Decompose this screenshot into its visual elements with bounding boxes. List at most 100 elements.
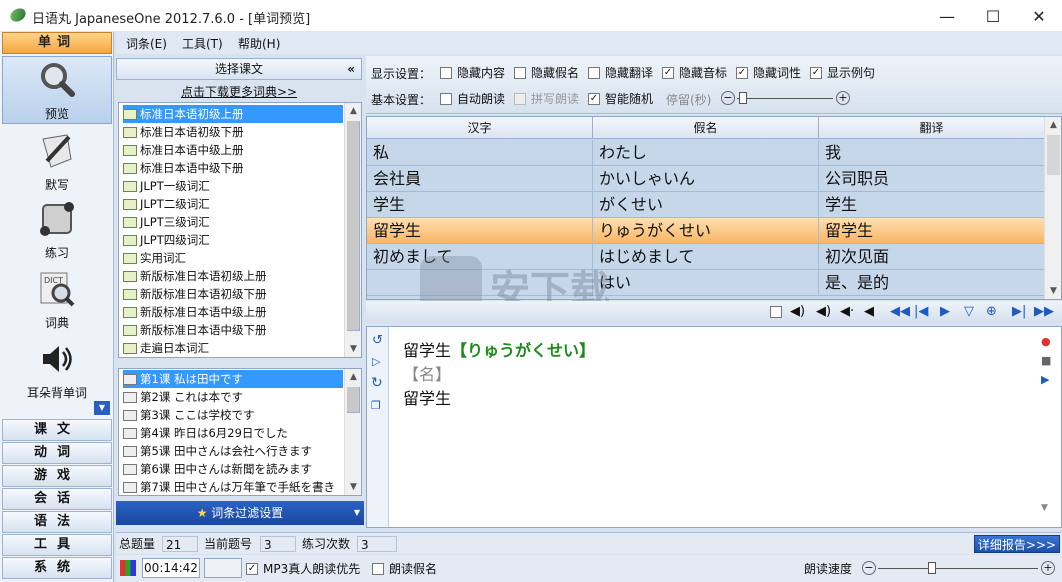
basic-setting-checkbox[interactable]: 拼写朗读 [514, 90, 579, 107]
plus-icon[interactable]: + [836, 91, 850, 105]
scroll-down-icon[interactable]: ▼ [345, 341, 362, 357]
nav-item-listen[interactable]: 耳朵背单词 [2, 336, 112, 404]
basic-setting-checkbox[interactable]: 自动朗读 [440, 90, 505, 107]
menu-entry[interactable]: 词条(E) [126, 35, 167, 52]
column-header-translation[interactable]: 翻译 [819, 117, 1045, 139]
scroll-up-icon[interactable]: ▲ [345, 103, 362, 119]
stop-icon[interactable]: ■ [1041, 354, 1051, 367]
mute-icon[interactable]: ◀ [864, 304, 874, 319]
play-icon[interactable]: ▶ [940, 304, 950, 319]
read-kana-checkbox[interactable]: 朗读假名 [372, 560, 437, 577]
timer-control[interactable] [204, 558, 242, 578]
display-setting-checkbox[interactable]: ✓ 显示例句 [810, 64, 875, 81]
scroll-thumb[interactable] [1047, 135, 1060, 175]
plus-icon[interactable]: + [1041, 561, 1055, 575]
table-row[interactable]: 留学生 りゅうがくせい 留学生 [367, 218, 1045, 244]
nav-more-dropdown[interactable]: ▼ [94, 401, 110, 415]
rewind-icon[interactable]: ◀◀ [890, 304, 910, 319]
minimize-button[interactable]: — [924, 0, 970, 32]
display-setting-checkbox[interactable]: ✓ 隐藏音标 [662, 64, 727, 81]
book-list-item[interactable]: 标准日本语中级下册 [123, 159, 343, 177]
nav-item-practice[interactable]: 练习 [2, 196, 112, 264]
collapse-icon[interactable]: « [347, 59, 355, 79]
maximize-button[interactable]: ☐ [970, 0, 1016, 32]
lesson-list[interactable]: 第1课 私は田中です 第2课 これは本です 第3课 ここは学校です 第4课 昨日は6月… [118, 368, 362, 496]
nav-item-dictionary[interactable]: DICT 词典 [2, 266, 112, 334]
nav-button-game[interactable]: 游戏 [2, 465, 112, 487]
scroll-up-icon[interactable]: ▲ [1045, 117, 1062, 133]
book-list-item[interactable]: 新版标准日本语中级下册 [123, 321, 343, 339]
book-list-item[interactable]: 走遍日本词汇 [123, 339, 343, 357]
book-list-item[interactable]: 新版标准日本语初级下册 [123, 285, 343, 303]
column-header-kanji[interactable]: 汉字 [367, 117, 593, 139]
table-row[interactable]: はい 是、是的 [367, 270, 1045, 296]
repeat-icon[interactable]: ⊕ [986, 304, 997, 319]
lesson-list-item[interactable]: 第7课 田中さんは万年筆で手紙を書き [123, 478, 343, 496]
nav-button-system[interactable]: 系统 [2, 557, 112, 579]
lesson-list-item[interactable]: 第1课 私は田中です [123, 370, 343, 388]
volume-icon[interactable]: ◀) [790, 304, 805, 319]
display-setting-checkbox[interactable]: 隐藏假名 [514, 64, 579, 81]
nav-button-conversation[interactable]: 会话 [2, 488, 112, 510]
scroll-down-icon[interactable]: ▼ [1045, 283, 1062, 299]
slider-thumb[interactable] [928, 562, 936, 574]
loop-checkbox[interactable] [770, 306, 782, 318]
nav-button-verb[interactable]: 动词 [2, 442, 112, 464]
table-row[interactable]: 初めまして はじめまして 初次见面 [367, 244, 1045, 270]
minus-icon[interactable]: − [721, 91, 735, 105]
nav-button-tools[interactable]: 工具 [2, 534, 112, 556]
lesson-list-item[interactable]: 第2课 これは本です [123, 388, 343, 406]
display-setting-checkbox[interactable]: ✓ 隐藏词性 [736, 64, 801, 81]
filter-settings-button[interactable]: ★ 词条过滤设置 ▼ [116, 501, 364, 525]
pause-slider[interactable]: − + [721, 91, 851, 105]
lesson-list-item[interactable]: 第5课 田中さんは会社へ行きます [123, 442, 343, 460]
book-list-item[interactable]: JLPT三级词汇 [123, 213, 343, 231]
next-icon[interactable]: ▷ [372, 355, 380, 368]
scroll-thumb[interactable] [347, 387, 360, 413]
copy-icon[interactable]: ❐ [371, 399, 381, 412]
word-table[interactable]: 汉字 假名 翻译 私わたし我会社員 かいしゃいん 公司职员 学生 がくせい 学生 留学生 りゅ… [366, 116, 1062, 300]
lesson-list-scrollbar[interactable]: ▲ ▼ [344, 369, 361, 495]
lesson-list-item[interactable]: 第4课 昨日は6月29日でした [123, 424, 343, 442]
book-list-item[interactable]: 标准日本语初级上册 [123, 105, 343, 123]
nav-item-preview[interactable]: 预览 [2, 56, 112, 124]
volume-low-icon[interactable]: ◀) [816, 304, 831, 319]
lesson-list-item[interactable]: 第6课 田中さんは新聞を読みます [123, 460, 343, 478]
book-list[interactable]: 标准日本语初级上册 标准日本语初级下册 标准日本语中级上册 标准日本语中级下册 JLPT… [118, 102, 362, 358]
lesson-list-item[interactable]: 第3课 ここは学校です [123, 406, 343, 424]
book-list-item[interactable]: JLPT二级词汇 [123, 195, 343, 213]
minus-icon[interactable]: − [862, 561, 876, 575]
book-list-item[interactable]: 新版标准日本语中级上册 [123, 303, 343, 321]
nav-header-words[interactable]: 单词 [2, 32, 112, 54]
last-icon[interactable]: ▶| [1012, 304, 1026, 319]
volume-mid-icon[interactable]: ◀· [840, 304, 854, 319]
close-button[interactable]: ✕ [1016, 0, 1062, 32]
display-setting-checkbox[interactable]: 隐藏翻译 [588, 64, 653, 81]
menu-help[interactable]: 帮助(H) [238, 35, 280, 52]
filter-icon[interactable]: ▽ [964, 304, 974, 319]
book-list-item[interactable]: 标准日本语中级上册 [123, 141, 343, 159]
chevron-down-icon[interactable]: ▼ [1041, 503, 1048, 513]
mp3-priority-checkbox[interactable]: ✓ MP3真人朗读优先 [246, 560, 360, 577]
scroll-thumb[interactable] [347, 121, 360, 331]
chart-icon[interactable] [120, 560, 136, 576]
scroll-down-icon[interactable]: ▼ [345, 479, 362, 495]
nav-item-dictation[interactable]: 默写 [2, 128, 112, 194]
book-list-item[interactable]: 标准日本语初级下册 [123, 123, 343, 141]
display-setting-checkbox[interactable]: 隐藏内容 [440, 64, 505, 81]
menu-tools[interactable]: 工具(T) [182, 35, 223, 52]
detailed-report-button[interactable]: 详细报告>>> [974, 535, 1060, 553]
record-icon[interactable]: ● [1041, 335, 1051, 348]
column-header-kana[interactable]: 假名 [593, 117, 819, 139]
forward-icon[interactable]: ▶▶ [1034, 304, 1054, 319]
table-row[interactable]: 私わたし我 [367, 140, 1045, 166]
book-list-item[interactable]: 实用词汇 [123, 249, 343, 267]
table-row[interactable]: 会社員 かいしゃいん 公司职员 [367, 166, 1045, 192]
first-icon[interactable]: |◀ [914, 304, 928, 319]
book-list-item[interactable]: JLPT四级词汇 [123, 231, 343, 249]
table-scrollbar[interactable]: ▲ ▼ [1044, 117, 1061, 299]
redo-icon[interactable]: ↻ [371, 375, 383, 391]
read-speed-slider[interactable]: − + [862, 561, 1056, 575]
slider-thumb[interactable] [739, 92, 747, 104]
nav-button-text[interactable]: 课文 [2, 419, 112, 441]
